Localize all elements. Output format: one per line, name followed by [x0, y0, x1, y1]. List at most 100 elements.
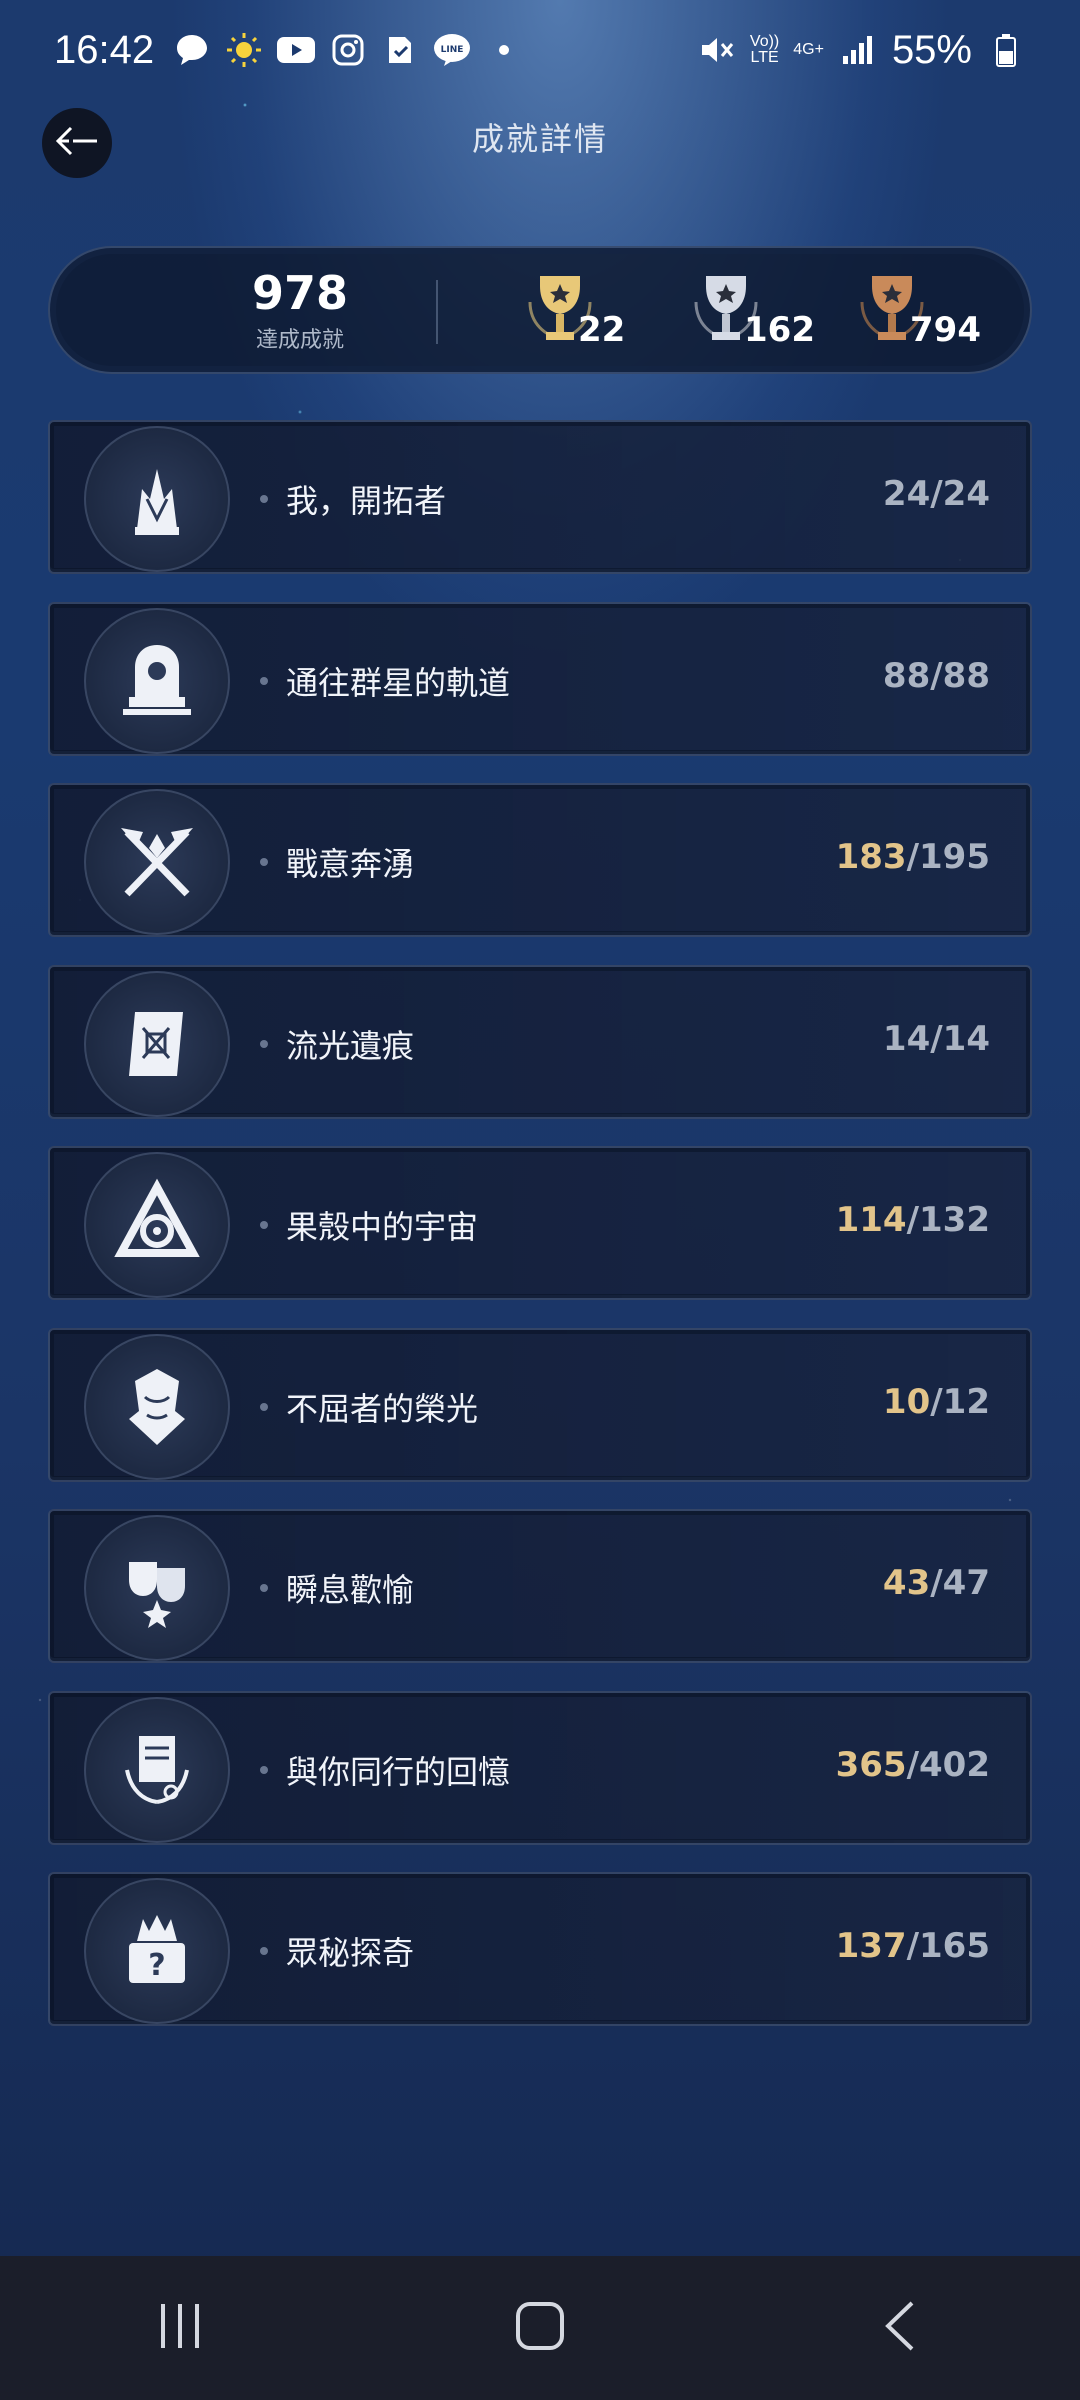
category-row[interactable]: 通往群星的軌道 88/88: [48, 601, 1032, 756]
category-progress: 10/12: [882, 1381, 990, 1422]
mute-icon: [696, 30, 736, 70]
progress-done: 365: [835, 1744, 907, 1785]
battery-percent: 55%: [891, 27, 972, 72]
recent-apps-icon: [155, 2301, 205, 2355]
progress-done: 183: [835, 837, 907, 877]
stars-orbit-icon: [84, 607, 230, 754]
dot-icon: [484, 30, 524, 70]
progress-done: 137: [835, 1926, 907, 1966]
category-progress: 183/195: [835, 837, 990, 877]
pioneer-icon: [84, 426, 230, 572]
category-title: 我，開拓者: [286, 482, 447, 520]
category-progress: 137/165: [835, 1926, 990, 1966]
row-bullet: [260, 1039, 268, 1048]
total-achievements: 978 達成成就: [210, 266, 390, 354]
volte-indicator: Vo)) LTE: [749, 33, 780, 66]
achievement-category-list: 我，開拓者 24/24 通往群星的軌道 88/88 戰意奔湧 183/195 流…: [48, 420, 1032, 2054]
category-row[interactable]: 我，開拓者 24/24: [48, 420, 1032, 574]
silver-trophy-number: 162: [744, 310, 815, 350]
progress-total: 195: [919, 837, 990, 877]
signal-icon: [838, 30, 878, 70]
progress-total: 402: [919, 1744, 990, 1785]
category-progress: 24/24: [882, 474, 990, 514]
chevron-left-icon: [882, 2300, 918, 2356]
progress-total: 24: [942, 474, 990, 514]
progress-total: 12: [942, 1381, 990, 1422]
category-row[interactable]: 與你同行的回憶 365/402: [48, 1690, 1032, 1845]
gold-trophy-count: 22: [520, 272, 660, 356]
total-achievements-label: 達成成就: [255, 328, 344, 353]
status-bar-right: Vo)) LTE 4G+ 55%: [696, 28, 1026, 73]
system-navigation-bar: [0, 2256, 1080, 2400]
progress-total: 47: [942, 1563, 990, 1603]
youtube-icon: [276, 30, 316, 70]
network-type: 4G+: [793, 41, 824, 58]
category-row[interactable]: ? 眾秘探奇 137/165: [48, 1872, 1032, 2026]
mystery-chest-icon: ?: [84, 1878, 230, 2024]
category-title: 通往群星的軌道: [286, 663, 511, 702]
progress-done: 10: [882, 1381, 931, 1422]
progress-total: 14: [942, 1018, 990, 1059]
category-row[interactable]: 流光遺痕 14/14: [48, 964, 1032, 1119]
svg-text:LINE: LINE: [441, 45, 464, 55]
instagram-icon: [328, 30, 368, 70]
category-title: 瞬息歡愉: [286, 1571, 415, 1609]
progress-total: 88: [942, 655, 990, 696]
row-bullet: [260, 1584, 268, 1592]
memory-book-icon: [84, 1696, 230, 1843]
line-icon: LINE: [432, 30, 472, 70]
row-bullet: [260, 495, 268, 503]
battery-icon: [986, 30, 1026, 70]
category-row[interactable]: 不屈者的榮光 10/12: [48, 1327, 1032, 1482]
status-bar: 16:42 LINE Vo)) LTE 4G+ 55%: [0, 0, 1080, 100]
gold-trophy-number: 22: [578, 310, 626, 350]
progress-done: 14: [882, 1018, 931, 1059]
svg-text:?: ?: [148, 1948, 165, 1983]
progress-done: 43: [882, 1563, 931, 1603]
progress-done: 114: [835, 1200, 907, 1240]
category-title: 戰意奔湧: [286, 845, 415, 883]
category-row[interactable]: 果殼中的宇宙 114/132: [48, 1146, 1032, 1300]
bronze-trophy-number: 794: [910, 310, 981, 350]
triangle-knot-icon: [84, 1152, 230, 1298]
summary-divider: [436, 280, 438, 344]
progress-done: 88: [882, 655, 931, 696]
category-row[interactable]: 戰意奔湧 183/195: [48, 783, 1032, 937]
total-achievements-count: 978: [251, 266, 349, 320]
progress-done: 24: [882, 474, 931, 514]
category-progress: 114/132: [835, 1200, 990, 1240]
category-progress: 88/88: [882, 655, 990, 696]
home-button[interactable]: [480, 2283, 600, 2373]
scroll-icon: [84, 970, 230, 1117]
row-bullet: [260, 676, 268, 685]
silver-trophy-count: 162: [686, 272, 826, 356]
masks-icon: [84, 1515, 230, 1661]
recent-apps-button[interactable]: [120, 2283, 240, 2373]
category-progress: 43/47: [882, 1563, 990, 1603]
page-title: 成就詳情: [471, 120, 608, 158]
bronze-trophy-count: 794: [852, 272, 992, 356]
status-time: 16:42: [54, 27, 155, 72]
category-title: 與你同行的回憶: [286, 1752, 511, 1791]
category-title: 眾秘探奇: [286, 1934, 415, 1972]
category-progress: 14/14: [882, 1018, 990, 1059]
status-bar-left: 16:42 LINE: [54, 28, 524, 73]
row-bullet: [260, 1402, 268, 1411]
sun-icon: [224, 30, 264, 70]
progress-total: 132: [919, 1200, 990, 1240]
achievement-summary: 978 達成成就 22 162 794: [48, 246, 1032, 374]
progress-total: 165: [919, 1926, 990, 1966]
note-icon: [380, 30, 420, 70]
crest-icon: [84, 1333, 230, 1480]
category-title: 果殼中的宇宙: [286, 1208, 479, 1246]
row-bullet: [260, 1947, 268, 1955]
crossed-axes-icon: [84, 789, 230, 935]
category-title: 流光遺痕: [286, 1026, 415, 1065]
row-bullet: [260, 1221, 268, 1229]
category-title: 不屈者的榮光: [286, 1389, 479, 1428]
home-icon: [515, 2301, 565, 2355]
chat-icon: [172, 30, 212, 70]
category-progress: 365/402: [835, 1744, 990, 1785]
category-row[interactable]: 瞬息歡愉 43/47: [48, 1509, 1032, 1663]
system-back-button[interactable]: [840, 2283, 960, 2373]
